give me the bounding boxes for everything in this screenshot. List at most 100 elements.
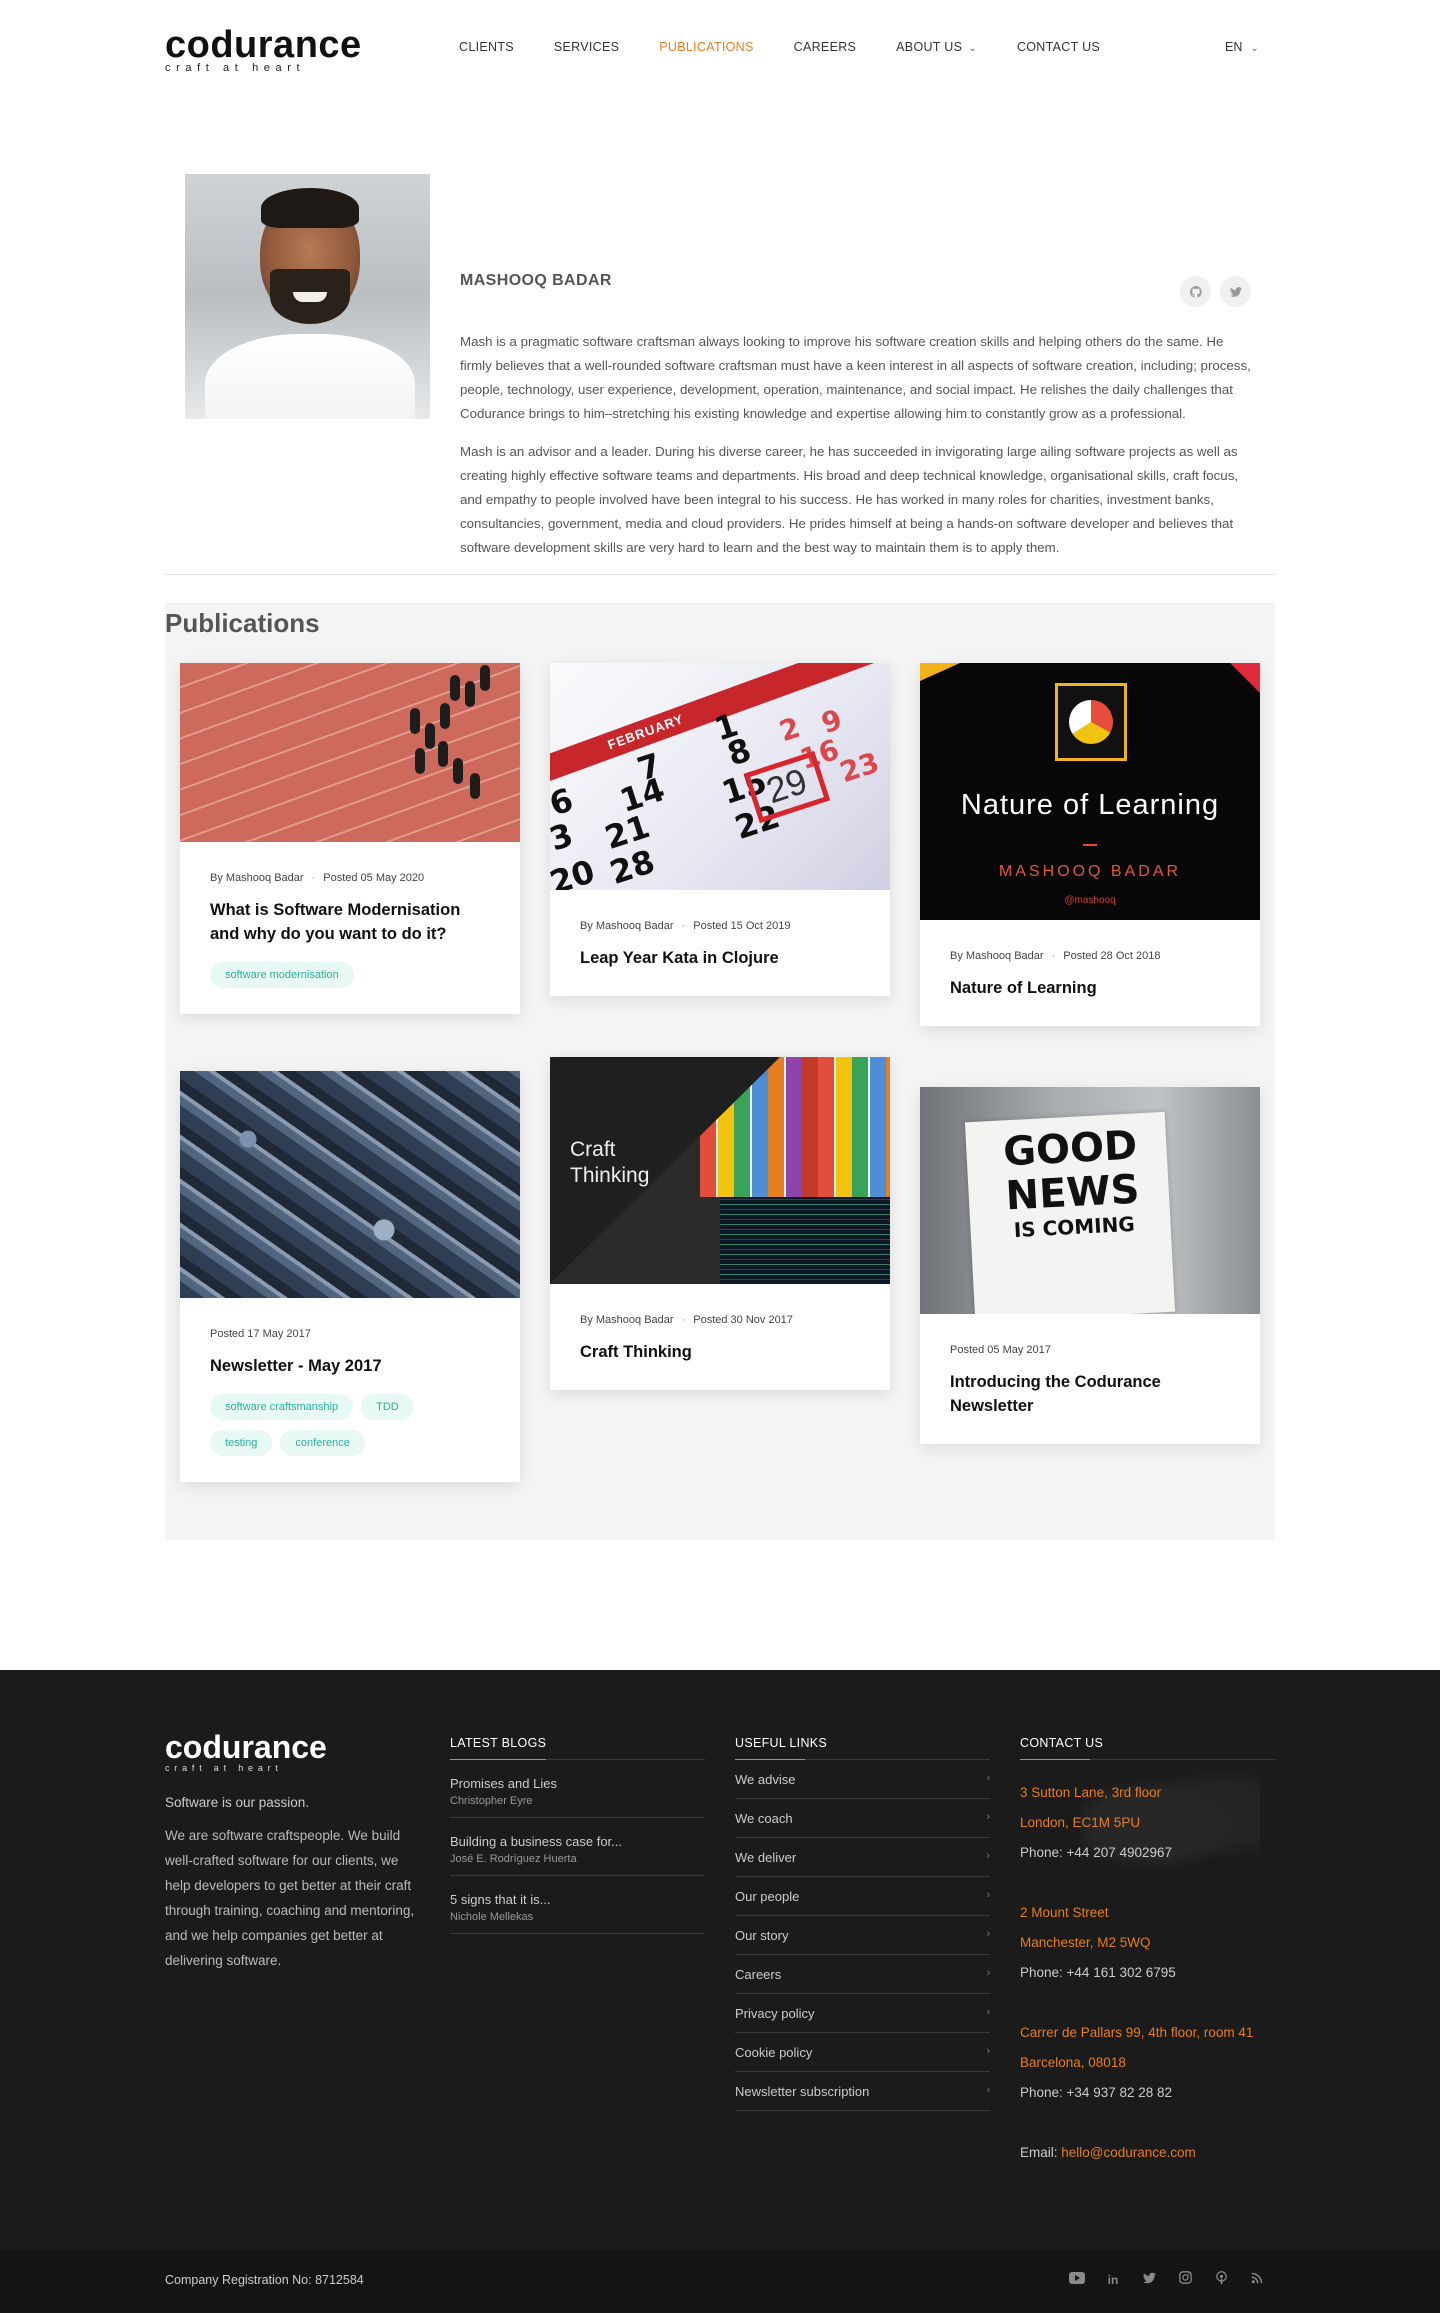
section-divider	[165, 574, 1275, 575]
logo-wordmark: codurance	[165, 1729, 327, 1765]
card-tags: software craftsmanship TDD testing confe…	[210, 1394, 440, 1456]
publication-card[interactable]: Posted 17 May 2017 Newsletter - May 2017…	[180, 1071, 520, 1482]
publication-card[interactable]: Nature of Learning MASHOOQ BADAR @mashoo…	[920, 663, 1260, 1026]
codurance-logo[interactable]: codurance craft at heart	[165, 24, 390, 74]
twitter-icon[interactable]	[1140, 2271, 1158, 2289]
author-social-links	[1180, 276, 1251, 307]
social-links: in	[1068, 2271, 1266, 2289]
card-image-running-track	[180, 663, 520, 842]
chevron-right-icon: ›	[986, 1772, 990, 1784]
card-author: By Mashooq Badar	[580, 920, 674, 932]
footer-link[interactable]: We coach ›	[735, 1799, 990, 1838]
footer-tagline: Software is our passion.	[165, 1795, 310, 1810]
office-address: Carrer de Pallars 99, 4th floor, room 41	[1020, 2025, 1254, 2040]
card-meta: Posted 05 May 2017	[950, 1344, 1230, 1356]
footer-link[interactable]: We advise ›	[735, 1760, 990, 1799]
footer-latest-blogs: LATEST BLOGS Promises and Lies Christoph…	[450, 1736, 705, 1934]
site-header: codurance craft at heart CLIENTS SERVICE…	[0, 0, 1440, 96]
youtube-icon[interactable]	[1068, 2271, 1086, 2289]
blog-title[interactable]: Building a business case for...	[450, 1834, 705, 1849]
footer-useful-links: USEFUL LINKS We advise › We coach › We del…	[735, 1736, 990, 2111]
card-image-letterpress	[180, 1071, 520, 1298]
blog-author: Nichole Mellekas	[450, 1911, 534, 1923]
card-meta: By Mashooq Badar · Posted 28 Oct 2018	[950, 950, 1161, 962]
card-title[interactable]: Nature of Learning	[950, 976, 1230, 1000]
nav-services[interactable]: SERVICES	[554, 40, 619, 54]
language-label: EN	[1225, 40, 1243, 54]
chevron-right-icon: ›	[986, 1928, 990, 1940]
company-registration: Company Registration No: 8712584	[165, 2273, 364, 2287]
nav-clients[interactable]: CLIENTS	[459, 40, 514, 54]
footer-link[interactable]: We deliver ›	[735, 1838, 990, 1877]
email-link[interactable]: hello@codurance.com	[1061, 2145, 1196, 2160]
card-tags: software modernisation	[210, 962, 490, 988]
blog-item[interactable]: Promises and Lies Christopher Eyre	[450, 1760, 705, 1818]
footer-link[interactable]: Our people ›	[735, 1877, 990, 1916]
card-image-calendar: FEBRUARY 1 8 2 9 16 23 7 14 15 22 21 28 …	[550, 663, 890, 890]
author-bio-paragraph: Mash is an advisor and a leader. During …	[460, 444, 1239, 555]
publication-card[interactable]: FEBRUARY 1 8 2 9 16 23 7 14 15 22 21 28 …	[550, 663, 890, 996]
blog-title[interactable]: 5 signs that it is...	[450, 1892, 705, 1907]
author-bio-paragraph: Mash is a pragmatic software craftsman a…	[460, 334, 1251, 421]
tag-pill[interactable]: TDD	[361, 1394, 414, 1420]
card-title[interactable]: What is Software Modernisation and why d…	[210, 898, 490, 946]
office-phone: Phone: +34 937 82 28 82	[1020, 2085, 1173, 2100]
chevron-down-icon: ⌄	[968, 43, 977, 54]
image-title-line: Craft	[570, 1138, 616, 1161]
footer-link-label: Careers	[735, 1967, 782, 1982]
publication-card[interactable]: GOOD NEWS IS COMING Posted 05 May 2017 I…	[920, 1087, 1260, 1444]
office-phone: Phone: +44 161 302 6795	[1020, 1965, 1176, 1980]
image-speaker: MASHOOQ BADAR	[998, 863, 1182, 880]
card-title[interactable]: Craft Thinking	[580, 1340, 860, 1364]
footer-link[interactable]: Newsletter subscription ›	[735, 2072, 990, 2111]
blog-item[interactable]: 5 signs that it is... Nichole Mellekas	[450, 1876, 705, 1934]
footer-link-label: Our people	[735, 1889, 800, 1904]
card-date: Posted 05 May 2020	[323, 872, 425, 884]
footer-link[interactable]: Cookie policy ›	[735, 2033, 990, 2072]
card-title[interactable]: Newsletter - May 2017	[210, 1354, 490, 1378]
author-profile: MASHOOQ BADAR Mash is a pragmatic softwa…	[0, 96, 1440, 576]
tag-pill[interactable]: testing	[210, 1430, 273, 1456]
footer-heading: USEFUL LINKS	[735, 1736, 990, 1760]
chevron-right-icon: ›	[986, 1850, 990, 1862]
nav-careers[interactable]: CAREERS	[794, 40, 857, 54]
office-london: 3 Sutton Lane, 3rd floor London, EC1M 5P…	[1020, 1778, 1275, 2168]
bottom-bar: Company Registration No: 8712584 in	[0, 2250, 1440, 2313]
chevron-right-icon: ›	[986, 1889, 990, 1901]
card-date: Posted 05 May 2017	[950, 1344, 1051, 1356]
footer-link[interactable]: Our story ›	[735, 1916, 990, 1955]
image-handle: @mashooq	[1064, 895, 1116, 906]
card-title[interactable]: Introducing the Codurance Newsletter	[950, 1370, 1190, 1418]
logo-wordmark: codurance	[165, 24, 362, 66]
chevron-right-icon: ›	[986, 1967, 990, 1979]
card-meta: By Mashooq Badar · Posted 15 Oct 2019	[580, 920, 791, 932]
blog-item[interactable]: Building a business case for... José E. …	[450, 1818, 705, 1876]
footer-logo[interactable]: codurance craft at heart	[165, 1729, 425, 1773]
footer-link[interactable]: Careers ›	[735, 1955, 990, 1994]
chevron-right-icon: ›	[986, 1811, 990, 1823]
instagram-icon[interactable]	[1176, 2271, 1194, 2289]
language-selector[interactable]: EN ⌄	[1225, 40, 1259, 54]
chevron-right-icon: ›	[986, 2045, 990, 2057]
rss-icon[interactable]	[1248, 2271, 1266, 2289]
twitter-icon[interactable]	[1220, 276, 1251, 307]
footer-link-label: Our story	[735, 1928, 789, 1943]
publication-card[interactable]: By Mashooq Badar · Posted 05 May 2020 What…	[180, 663, 520, 1014]
podcast-icon[interactable]	[1212, 2271, 1230, 2289]
conference-badge	[1055, 683, 1127, 761]
nav-publications[interactable]: PUBLICATIONS	[659, 40, 753, 54]
publication-card[interactable]: Craft Thinking By Mashooq Badar · Posted 3…	[550, 1057, 890, 1390]
blog-title[interactable]: Promises and Lies	[450, 1776, 705, 1791]
contact-email-row: Email: hello@codurance.com	[1020, 2138, 1275, 2168]
card-date: Posted 28 Oct 2018	[1063, 950, 1161, 962]
footer-link[interactable]: Privacy policy ›	[735, 1994, 990, 2033]
github-icon[interactable]	[1180, 276, 1211, 307]
card-title[interactable]: Leap Year Kata in Clojure	[580, 946, 860, 970]
tag-pill[interactable]: software modernisation	[210, 962, 354, 988]
tag-pill[interactable]: software craftsmanship	[210, 1394, 354, 1420]
linkedin-icon[interactable]: in	[1104, 2271, 1122, 2289]
nav-contact-us[interactable]: CONTACT US	[1017, 40, 1100, 54]
tag-pill[interactable]: conference	[280, 1430, 365, 1456]
nav-about-us[interactable]: ABOUT US ⌄	[896, 40, 977, 54]
card-image-good-news: GOOD NEWS IS COMING	[920, 1087, 1260, 1314]
